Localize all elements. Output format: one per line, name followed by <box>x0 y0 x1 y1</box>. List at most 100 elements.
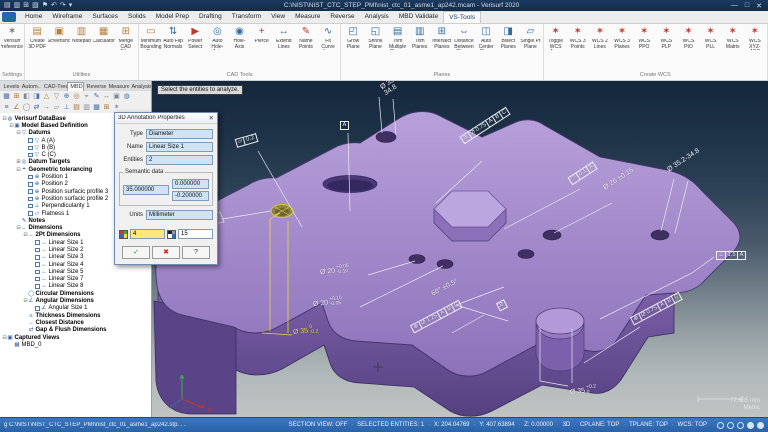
ribbon-wcs-plp[interactable]: ✶WCS PLP <box>655 25 677 71</box>
tree-item-closest-distance[interactable]: →Closest Distance <box>2 319 151 326</box>
close-button[interactable]: ✕ <box>756 2 762 10</box>
tree-item-linear-size-5[interactable]: ↔Linear Size 5 <box>2 268 151 275</box>
ribbon-wcs-3-points[interactable]: ✶WCS 3 Points <box>567 25 589 71</box>
tab-view[interactable]: View <box>266 11 290 23</box>
dim-dia-35-bottom[interactable]: Ø 35+0.20 <box>569 384 597 397</box>
save-icon[interactable]: ▤ <box>4 1 11 11</box>
semantic-nominal-field[interactable]: 35.000000 <box>123 185 169 195</box>
ribbon-extend-lines[interactable]: ↔Extend Lines <box>273 25 295 71</box>
tree-checkbox[interactable] <box>35 240 40 245</box>
position-fcf-bottom[interactable]: ⊕Ø 1.25ABC <box>410 300 463 334</box>
mbd-toolbar-icon[interactable]: ▤ <box>72 103 81 112</box>
datum-a-label[interactable]: A <box>340 121 349 130</box>
ribbon-minimum-bounding-box[interactable]: ▭Minimum Bounding Box <box>140 25 162 71</box>
tree-checkbox[interactable] <box>35 248 40 253</box>
tree-checkbox[interactable] <box>35 255 40 260</box>
ribbon-single-pt-plane[interactable]: ▱Single Pt Plane <box>519 25 541 71</box>
tree-item-linear-size-8[interactable]: ↔Linear Size 8 <box>2 283 151 290</box>
panel-tab-reverse[interactable]: Reverse <box>84 83 106 91</box>
open-icon[interactable]: ▥ <box>14 1 21 11</box>
semantic-lower-tol-field[interactable]: -0.200000 <box>172 191 209 201</box>
tree-item-thickness-dimensions[interactable]: ≡Thickness Dimensions <box>2 312 151 319</box>
status-field-wcs[interactable]: WCS: TOP <box>678 422 707 428</box>
tree-item-angular-size-1[interactable]: ∠Angular Size 1 <box>2 305 151 312</box>
flatness-fcf[interactable]: ▱0.2 <box>235 133 258 148</box>
dialog-title-bar[interactable]: 3D Annotation Properties ✕ <box>115 113 217 124</box>
ok-button[interactable]: ✓ <box>122 246 150 259</box>
minimize-button[interactable]: — <box>731 2 738 10</box>
ribbon-fit-curve-from-chain[interactable]: ∿Fit Curve from Chain <box>317 25 339 71</box>
status-circle-icon[interactable] <box>727 422 734 429</box>
dim-dia-20-upper[interactable]: Ø 20+0.05-0.10 <box>319 264 349 277</box>
tree-item-mbd-0[interactable]: ▦MBD_0 <box>2 341 151 348</box>
dim-dia-35-34_8[interactable]: Ø 3534.8 <box>379 81 399 97</box>
mbd-toolbar-icon[interactable]: ⇄ <box>32 103 41 112</box>
tree-checkbox[interactable] <box>35 270 40 275</box>
ribbon-bisect-planes[interactable]: ◨Bisect Planes <box>497 25 519 71</box>
tree-checkbox[interactable] <box>28 175 33 180</box>
datum-b-flag[interactable]: B <box>496 299 508 311</box>
color-palette-icon[interactable] <box>119 230 128 239</box>
panel-tab-levels[interactable]: Levels <box>1 83 19 91</box>
tree-checkbox[interactable] <box>28 146 33 151</box>
mbd-toolbar-icon[interactable]: ▦ <box>92 103 101 112</box>
mbd-toolbar-icon[interactable]: ▣ <box>112 92 121 101</box>
panel-tab-mbd[interactable]: MBD <box>67 82 84 91</box>
ribbon-wcs-pll[interactable]: ✶WCS PLL <box>700 25 722 71</box>
tab-analysis[interactable]: Analysis <box>360 11 394 23</box>
tree-checkbox[interactable] <box>28 182 33 187</box>
perpendicularity-fcf[interactable]: ⊥1.5A <box>716 251 746 260</box>
ribbon-calculator[interactable]: ▦Calculator <box>93 25 115 71</box>
viewport-3d[interactable]: X Select the entities to analyze. ▱0.2AØ… <box>152 81 768 417</box>
tab-solids[interactable]: Solids <box>123 11 151 23</box>
type-field[interactable]: Diameter <box>146 129 213 139</box>
panel-tab-measure[interactable]: Measure <box>106 83 129 91</box>
tree-checkbox[interactable] <box>28 197 33 202</box>
dialog-close-icon[interactable]: ✕ <box>209 114 214 122</box>
ribbon-wcs-pto[interactable]: ✶WCS PtO <box>677 25 699 71</box>
ribbon-toggle-wcs-axes[interactable]: ✶Toggle WCS Axes <box>545 25 567 71</box>
ribbon-notepad[interactable]: ▥Notepad <box>70 25 92 71</box>
mbd-toolbar-icon[interactable]: ∠ <box>12 103 21 112</box>
help-button[interactable]: ? <box>182 246 210 259</box>
mbd-toolbar-icon[interactable]: ◨ <box>32 92 41 101</box>
flag-icon[interactable]: ⚑ <box>42 1 48 11</box>
tree-item-captured-views[interactable]: ⊟▣Captured Views <box>2 334 151 341</box>
panel-tab-cad-tree[interactable]: CAD-Tree <box>41 83 66 91</box>
mbd-toolbar-icon[interactable]: ▽ <box>52 92 61 101</box>
mbd-toolbar-icon[interactable]: ◧ <box>22 92 31 101</box>
mbd-toolbar-icon[interactable]: ⊞ <box>12 92 21 101</box>
ribbon-trim-multiple-planes[interactable]: ▤Trim Multiple Planes <box>386 25 408 71</box>
mbd-toolbar-icon[interactable]: ≡ <box>2 103 11 112</box>
tree-item-gap-flush-dimensions[interactable]: ⇄Gap & Flush Dimensions <box>2 327 151 334</box>
tree-item-circular-dimensions[interactable]: ◯Circular Dimensions <box>2 290 151 297</box>
status-field-section-view[interactable]: SECTION VIEW: OFF <box>289 422 348 428</box>
status-circle-icon[interactable] <box>737 422 744 429</box>
print-icon[interactable]: ⊞ <box>23 1 29 11</box>
maximize-button[interactable]: □ <box>745 2 749 10</box>
ribbon-name-points[interactable]: ✎Name Points <box>295 25 317 71</box>
status-field-cplane[interactable]: CPLANE: TOP <box>580 422 619 428</box>
semantic-upper-tol-field[interactable]: 0.000000 <box>172 179 209 189</box>
dim-dia-35-selected[interactable]: Ø 350-0.2 <box>292 324 318 337</box>
redo-icon[interactable]: ↷ <box>60 1 66 11</box>
color-field[interactable]: 4 <box>130 229 165 239</box>
tab-drafting[interactable]: Drafting <box>194 11 227 23</box>
level-palette-icon[interactable] <box>167 230 176 239</box>
mbd-toolbar-icon[interactable]: ↔ <box>102 92 111 101</box>
mbd-toolbar-icon[interactable]: ⊞ <box>102 103 111 112</box>
ribbon-auto-flip-normals[interactable]: ⇅Auto Flip Normals <box>162 25 184 71</box>
ribbon-grow-plane[interactable]: ◰Grow Plane <box>342 25 364 71</box>
ribbon-screenshot[interactable]: ▣Screenshot <box>48 25 70 71</box>
ribbon-auto-center-plane[interactable]: ◫Auto Center Plane <box>475 25 497 71</box>
preview-icon[interactable]: ▧ <box>32 1 39 11</box>
status-circle-icon[interactable] <box>747 422 754 429</box>
ribbon-pierce[interactable]: +Pierce <box>251 25 273 71</box>
dim-angle-60[interactable]: 60° ±0.5° <box>430 278 459 298</box>
mbd-toolbar-icon[interactable]: ✶ <box>112 103 121 112</box>
ribbon-wcs-matrix[interactable]: ✶WCS Matrix <box>722 25 744 71</box>
ribbon-trim-planes[interactable]: ▥Trim Planes <box>409 25 431 71</box>
ribbon-auto-hole-axis[interactable]: ◎Auto Hole-Axis <box>206 25 228 71</box>
tree-checkbox[interactable] <box>28 189 33 194</box>
mbd-toolbar-icon[interactable]: ◎ <box>72 92 81 101</box>
